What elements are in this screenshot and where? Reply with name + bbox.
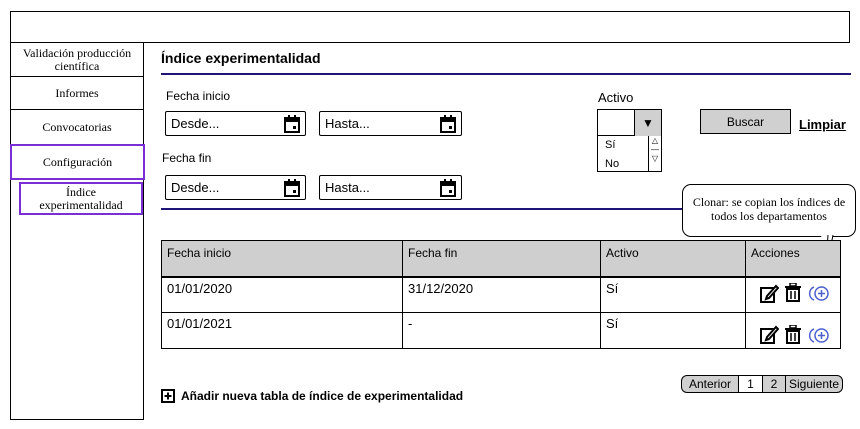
clone-icon[interactable] <box>809 327 830 344</box>
options-scrollbar[interactable]: △ — ▽ <box>648 136 661 171</box>
clone-tooltip: Clonar: se copian los índices de todos l… <box>682 184 856 237</box>
cell-fecha-fin: 31/12/2020 <box>403 278 601 313</box>
fecha-fin-hasta-input[interactable]: Hasta... <box>319 175 462 200</box>
edit-icon[interactable] <box>760 284 779 303</box>
desde-placeholder: Desde... <box>171 116 220 131</box>
sidebar: Validación producción científica Informe… <box>10 43 145 420</box>
sidebar-item-label: Informes <box>55 85 99 100</box>
add-table-label: Añadir nueva tabla de índice de experime… <box>181 389 464 403</box>
pagination-page-1[interactable]: 1 <box>738 375 763 393</box>
pagination-page-2[interactable]: 2 <box>762 375 786 393</box>
sidebar-subitem-label: Índice experimentalidad <box>39 184 123 212</box>
calendar-icon[interactable] <box>284 115 300 133</box>
fecha-inicio-hasta-input[interactable]: Hasta... <box>319 111 462 136</box>
title-divider <box>161 73 851 75</box>
header-acciones: Acciones <box>746 241 840 278</box>
page-title: Índice experimentalidad <box>161 50 321 66</box>
limpiar-link[interactable]: Limpiar <box>799 117 846 132</box>
pagination-next[interactable]: Siguiente <box>785 375 843 393</box>
sidebar-item-label: Validación producción científica <box>22 45 132 73</box>
header-activo: Activo <box>601 241 746 278</box>
sidebar-item-convocatorias[interactable]: Convocatorias <box>11 110 143 145</box>
sidebar-item-label: Convocatorias <box>42 119 112 134</box>
page-label: 2 <box>770 377 778 391</box>
sidebar-item-configuracion[interactable]: Configuración <box>10 144 145 180</box>
edit-icon[interactable] <box>760 325 779 344</box>
plus-square-icon <box>161 389 175 403</box>
header-fecha-fin: Fecha fin <box>403 241 601 278</box>
fecha-inicio-label: Fecha inicio <box>166 89 231 103</box>
cell-activo: Sí <box>601 313 746 348</box>
next-label: Siguiente <box>788 377 840 391</box>
calendar-icon[interactable] <box>284 179 300 197</box>
fecha-fin-desde-input[interactable]: Desde... <box>165 175 306 200</box>
header-fecha-inicio: Fecha inicio <box>162 241 403 278</box>
sidebar-item-validacion[interactable]: Validación producción científica <box>11 43 143 77</box>
add-table-button[interactable]: Añadir nueva tabla de índice de experime… <box>161 389 463 403</box>
page-label: 1 <box>747 377 754 391</box>
cell-fecha-inicio: 01/01/2021 <box>162 313 403 348</box>
fecha-inicio-desde-input[interactable]: Desde... <box>165 111 306 136</box>
fecha-fin-label: Fecha fin <box>162 151 212 165</box>
hasta-placeholder: Hasta... <box>325 180 370 195</box>
tooltip-text: Clonar: se copian los índices de todos l… <box>692 195 846 223</box>
buscar-button[interactable]: Buscar <box>700 109 791 134</box>
cell-activo: Sí <box>601 278 746 313</box>
sidebar-item-label: Configuración <box>42 154 113 169</box>
hasta-placeholder: Hasta... <box>325 116 370 131</box>
pagination-prev[interactable]: Anterior <box>681 375 739 393</box>
prev-label: Anterior <box>688 377 732 391</box>
cell-fecha-inicio: 01/01/2020 <box>162 278 403 313</box>
activo-label: Activo <box>598 90 634 105</box>
top-banner <box>10 11 850 43</box>
calendar-icon[interactable] <box>440 179 456 197</box>
buscar-label: Buscar <box>726 114 765 129</box>
sidebar-subitem-indice[interactable]: Índice experimentalidad <box>19 182 143 215</box>
chevron-down-icon[interactable]: ▼ <box>634 110 661 136</box>
desde-placeholder: Desde... <box>171 180 220 195</box>
trash-icon[interactable] <box>784 325 802 344</box>
activo-option-no[interactable]: No <box>605 158 619 170</box>
sidebar-item-informes[interactable]: Informes <box>11 77 143 110</box>
clone-icon[interactable] <box>809 285 830 302</box>
cell-fecha-fin: - <box>403 313 601 348</box>
activo-select[interactable]: ▼ Sí No △ — ▽ <box>597 109 662 172</box>
calendar-icon[interactable] <box>440 115 456 133</box>
activo-option-si[interactable]: Sí <box>605 139 615 151</box>
indices-table: Fecha inicio Fecha fin Activo Acciones 0… <box>161 240 841 349</box>
trash-icon[interactable] <box>784 283 802 302</box>
